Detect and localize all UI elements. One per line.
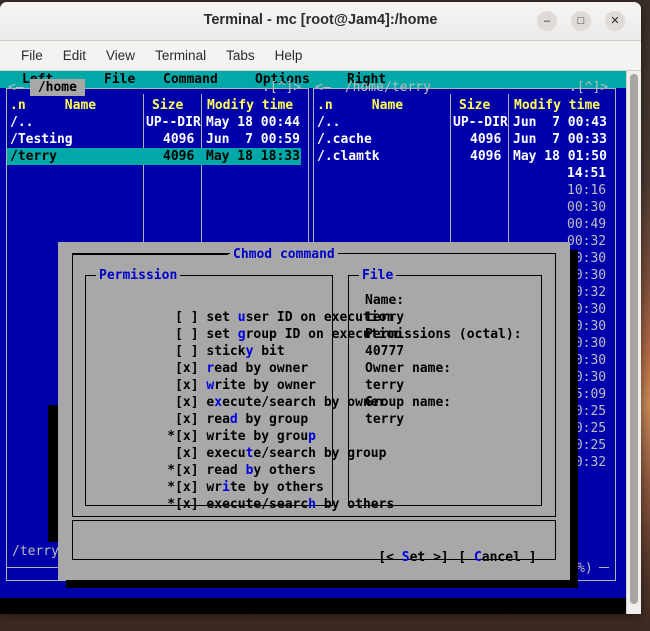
- right-panel-path[interactable]: /home/terry: [337, 79, 439, 96]
- right-row-0-size: UP--DIR: [453, 115, 508, 130]
- left-col-div-2: [201, 94, 202, 249]
- right-row-1-time: Jun 7 00:33: [513, 132, 607, 147]
- perm-marker: *: [167, 497, 176, 512]
- left-panel-status: /terry: [12, 544, 59, 559]
- cancel-button[interactable]: [ Cancel ]: [380, 532, 537, 583]
- mc-menu-command[interactable]: Command: [163, 71, 218, 88]
- left-col-div-1: [143, 94, 144, 249]
- left-panel-left-mark: <–: [8, 80, 24, 95]
- right-panel-bottom-rule-b: [599, 567, 609, 568]
- terminal-window: Terminal - mc [root@Jam4]:/home – □ ✕ Fi…: [0, 2, 641, 614]
- right-row-2-time: May 18 01:50: [513, 149, 607, 164]
- left-col-mtime[interactable]: Modify time: [207, 97, 293, 114]
- menu-tabs[interactable]: Tabs: [216, 48, 265, 63]
- minimize-button[interactable]: –: [537, 11, 557, 31]
- file-owner-value: terry: [365, 378, 405, 393]
- menu-help[interactable]: Help: [265, 48, 313, 63]
- left-row-2-time: May 18 18:33: [206, 148, 300, 165]
- right-row-0-name[interactable]: /..: [317, 114, 340, 131]
- left-panel-path[interactable]: /home: [30, 79, 85, 96]
- right-row-7-time: 00:32: [567, 234, 607, 249]
- right-row-0-time: Jun 7 00:43: [513, 115, 607, 130]
- file-legend: File: [359, 268, 397, 283]
- left-col-name[interactable]: .n Name: [10, 97, 96, 114]
- left-row-2-size: 4096: [163, 148, 195, 165]
- dialog-title-rule-left: [73, 254, 228, 255]
- right-panel-right-mark[interactable]: .[^]>: [569, 79, 608, 96]
- left-row-1-size: 4096: [163, 132, 195, 147]
- file-name-value: terry: [365, 310, 405, 325]
- terminal-scrollbar[interactable]: [626, 71, 641, 614]
- right-row-5-time: 00:30: [567, 200, 607, 215]
- file-perm-value: 40777: [365, 344, 405, 359]
- right-row-1-size: 4096: [470, 132, 502, 147]
- menu-terminal[interactable]: Terminal: [145, 48, 216, 63]
- file-group-value: terry: [365, 412, 405, 427]
- right-row-2-size: 4096: [470, 149, 502, 164]
- window-menubar[interactable]: File Edit View Terminal Tabs Help: [0, 41, 641, 71]
- right-col-mtime[interactable]: Modify time: [514, 97, 600, 114]
- permission-legend: Permission: [96, 268, 181, 283]
- file-perm-label: Permissions (octal):: [365, 327, 522, 342]
- menu-file[interactable]: File: [11, 48, 53, 63]
- left-row-1-time: Jun 7 00:59: [206, 132, 300, 147]
- perm-pre: execute/searc: [206, 497, 309, 512]
- right-row-6-time: 00:49: [567, 217, 607, 232]
- chmod-dialog[interactable]: Chmod command Permission [ ] set user ID…: [58, 242, 570, 580]
- right-row-4-time: 10:16: [567, 183, 607, 198]
- file-group-label: Group name:: [365, 395, 452, 410]
- right-row-3-time: 14:51: [567, 166, 607, 181]
- file-name-label: Name:: [365, 293, 405, 308]
- dialog-title: Chmod command: [230, 247, 338, 262]
- menu-edit[interactable]: Edit: [53, 48, 96, 63]
- left-row-0-size: UP--DIR: [146, 115, 201, 130]
- mc-menu-file[interactable]: File: [104, 71, 135, 88]
- mc-menubar[interactable]: Left File Command Options Right: [0, 71, 627, 88]
- right-row-2-name[interactable]: /.clamtk: [317, 148, 380, 165]
- right-col-name[interactable]: .n Name: [317, 97, 403, 114]
- close-button[interactable]: ✕: [605, 11, 625, 31]
- left-row-0-time: May 18 00:44: [206, 115, 300, 130]
- maximize-button[interactable]: □: [571, 11, 591, 31]
- left-panel-right-mark[interactable]: .[^]>: [262, 79, 301, 96]
- cancel-button-hotkey: C: [473, 550, 482, 565]
- left-row-1-name[interactable]: /Testing: [10, 131, 73, 148]
- cancel-button-open: [: [458, 550, 474, 565]
- cancel-button-rest: ancel ]: [481, 550, 537, 565]
- terminal-scrollbar-thumb[interactable]: [630, 74, 638, 604]
- left-col-size[interactable]: Size: [152, 97, 183, 114]
- right-panel-left-mark: <–: [315, 80, 331, 95]
- perm-box[interactable]: [x]: [175, 497, 198, 512]
- right-col-size[interactable]: Size: [459, 97, 490, 114]
- left-row-2-name[interactable]: /terry: [10, 148, 57, 165]
- window-titlebar[interactable]: Terminal - mc [root@Jam4]:/home – □ ✕: [0, 2, 641, 41]
- perm-hotkey: h: [308, 497, 316, 512]
- terminal-area[interactable]: Left File Command Options Right <– /home…: [0, 71, 641, 614]
- left-row-0-name[interactable]: /..: [10, 114, 33, 131]
- right-row-1-name[interactable]: /.cache: [317, 131, 372, 148]
- file-owner-label: Owner name:: [365, 361, 452, 376]
- menu-view[interactable]: View: [96, 48, 145, 63]
